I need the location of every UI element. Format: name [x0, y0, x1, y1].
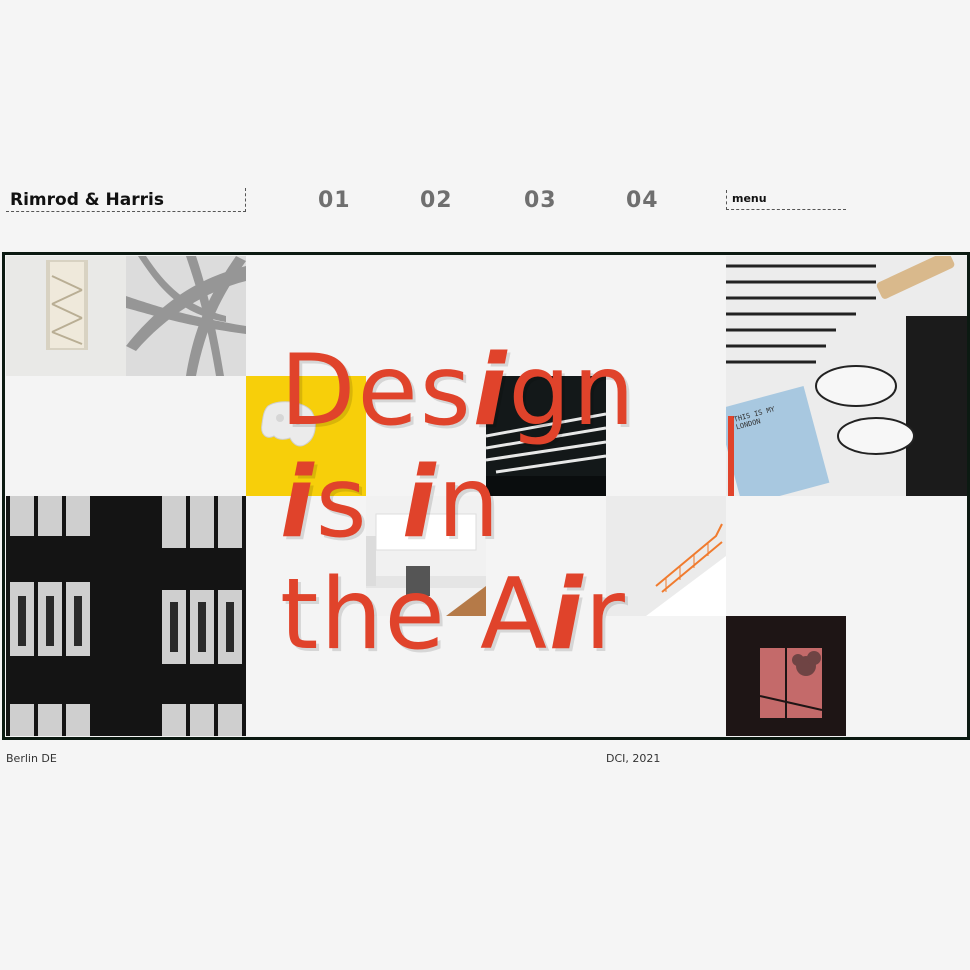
- nav-item-02[interactable]: 02: [420, 188, 453, 213]
- nav-item-04[interactable]: 04: [626, 188, 659, 213]
- menu-button[interactable]: menu: [726, 190, 846, 210]
- image-building-windows: [6, 496, 246, 736]
- nav-item-01[interactable]: 01: [318, 188, 351, 213]
- image-light-streaks: [486, 376, 606, 496]
- image-sunset-window: [726, 616, 846, 736]
- hero-frame: THIS IS MY LONDON Design is in the Air: [2, 252, 970, 740]
- headline-accent: i: [549, 558, 585, 672]
- image-white-stairs: [6, 256, 126, 376]
- brand-logo[interactable]: Rimrod & Harris: [6, 188, 246, 212]
- image-game-controller: [246, 376, 366, 496]
- image-orange-rail-staircase: [606, 496, 726, 616]
- footer-location: Berlin DE: [6, 752, 57, 765]
- image-flatlay-outfit: THIS IS MY LONDON: [726, 256, 967, 496]
- footer-credit: DCI, 2021: [606, 752, 661, 765]
- image-white-kitchen: [366, 496, 486, 616]
- image-palm-shadow: [126, 256, 246, 376]
- nav-item-03[interactable]: 03: [524, 188, 557, 213]
